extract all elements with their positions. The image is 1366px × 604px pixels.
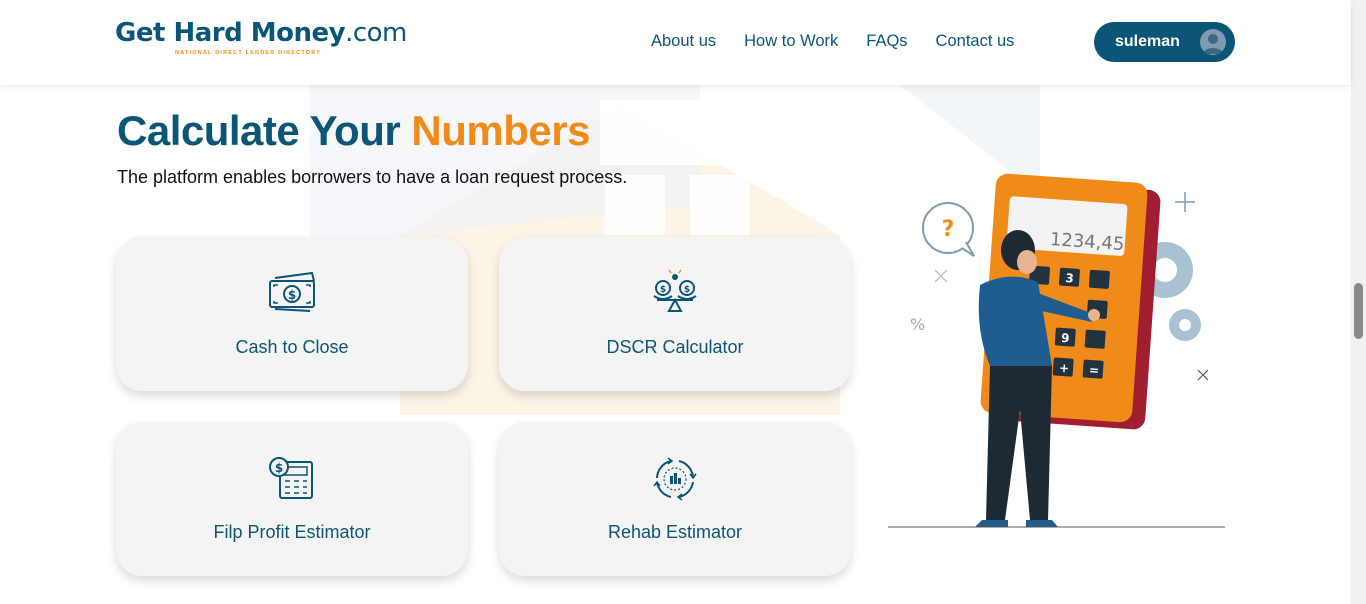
page-title: Calculate Your Numbers [117, 107, 590, 155]
page-title-main: Calculate Your [117, 107, 401, 154]
card-cash-to-close[interactable]: $ Cash to Close [116, 237, 468, 391]
balance-scale-coins-icon: $ $ [653, 269, 697, 312]
user-menu-button[interactable]: suleman [1094, 22, 1235, 62]
svg-text:$: $ [288, 288, 296, 302]
nav-about-us[interactable]: About us [651, 32, 716, 51]
nav-contact-us[interactable]: Contact us [936, 32, 1015, 51]
scrollbar-thumb[interactable] [1354, 283, 1363, 339]
card-label: Rehab Estimator [607, 522, 743, 542]
logo-brand-main: Get Hard Money [115, 18, 346, 48]
calculator-key-plus: + [1059, 361, 1070, 376]
svg-text:$: $ [660, 285, 666, 295]
card-rehab-estimator[interactable]: Rehab Estimator [499, 422, 851, 576]
calculator-key-equals: = [1089, 363, 1100, 378]
card-label: Filp Profit Estimator [213, 522, 371, 542]
speech-bubble-question: ? [942, 217, 955, 242]
nav-how-to-work[interactable]: How to Work [744, 32, 838, 51]
calculator-key-3: 3 [1065, 271, 1074, 286]
calculator-person-illustration: % 1234,45 3 9 + = ? [888, 173, 1225, 528]
logo-brand-suffix: .com [345, 18, 407, 48]
card-label: Cash to Close [235, 337, 349, 357]
card-flip-profit-estimator[interactable]: $ Filp Profit Estimator [116, 422, 468, 576]
logo-tagline: NATIONAL DIRECT LENDER DIRECTORY [175, 50, 322, 56]
svg-text:$: $ [684, 285, 690, 295]
page-subtitle: The platform enables borrowers to have a… [117, 167, 628, 187]
cycle-chart-icon [653, 457, 697, 501]
user-avatar-icon [1200, 29, 1226, 55]
cash-money-icon: $ [269, 271, 315, 312]
svg-text:%: % [910, 315, 925, 334]
svg-text:$: $ [275, 461, 283, 475]
site-logo[interactable]: Get Hard Money.com NATIONAL DIRECT LENDE… [115, 18, 435, 62]
site-header: Get Hard Money.com NATIONAL DIRECT LENDE… [0, 0, 1351, 85]
user-name: suleman [1115, 33, 1180, 50]
card-dscr-calculator[interactable]: $ $ DSCR Calculator [499, 237, 851, 391]
main-nav: About us How to Work FAQs Contact us [651, 32, 1042, 51]
page-title-accent: Numbers [411, 107, 590, 154]
card-label: DSCR Calculator [606, 337, 744, 357]
page-scrollbar[interactable] [1351, 0, 1366, 604]
logo-wordmark: Get Hard Money.com [115, 18, 435, 48]
calculator-key-9: 9 [1061, 331, 1070, 346]
calculator-dollar-icon: $ [269, 457, 313, 499]
nav-faqs[interactable]: FAQs [866, 32, 907, 51]
